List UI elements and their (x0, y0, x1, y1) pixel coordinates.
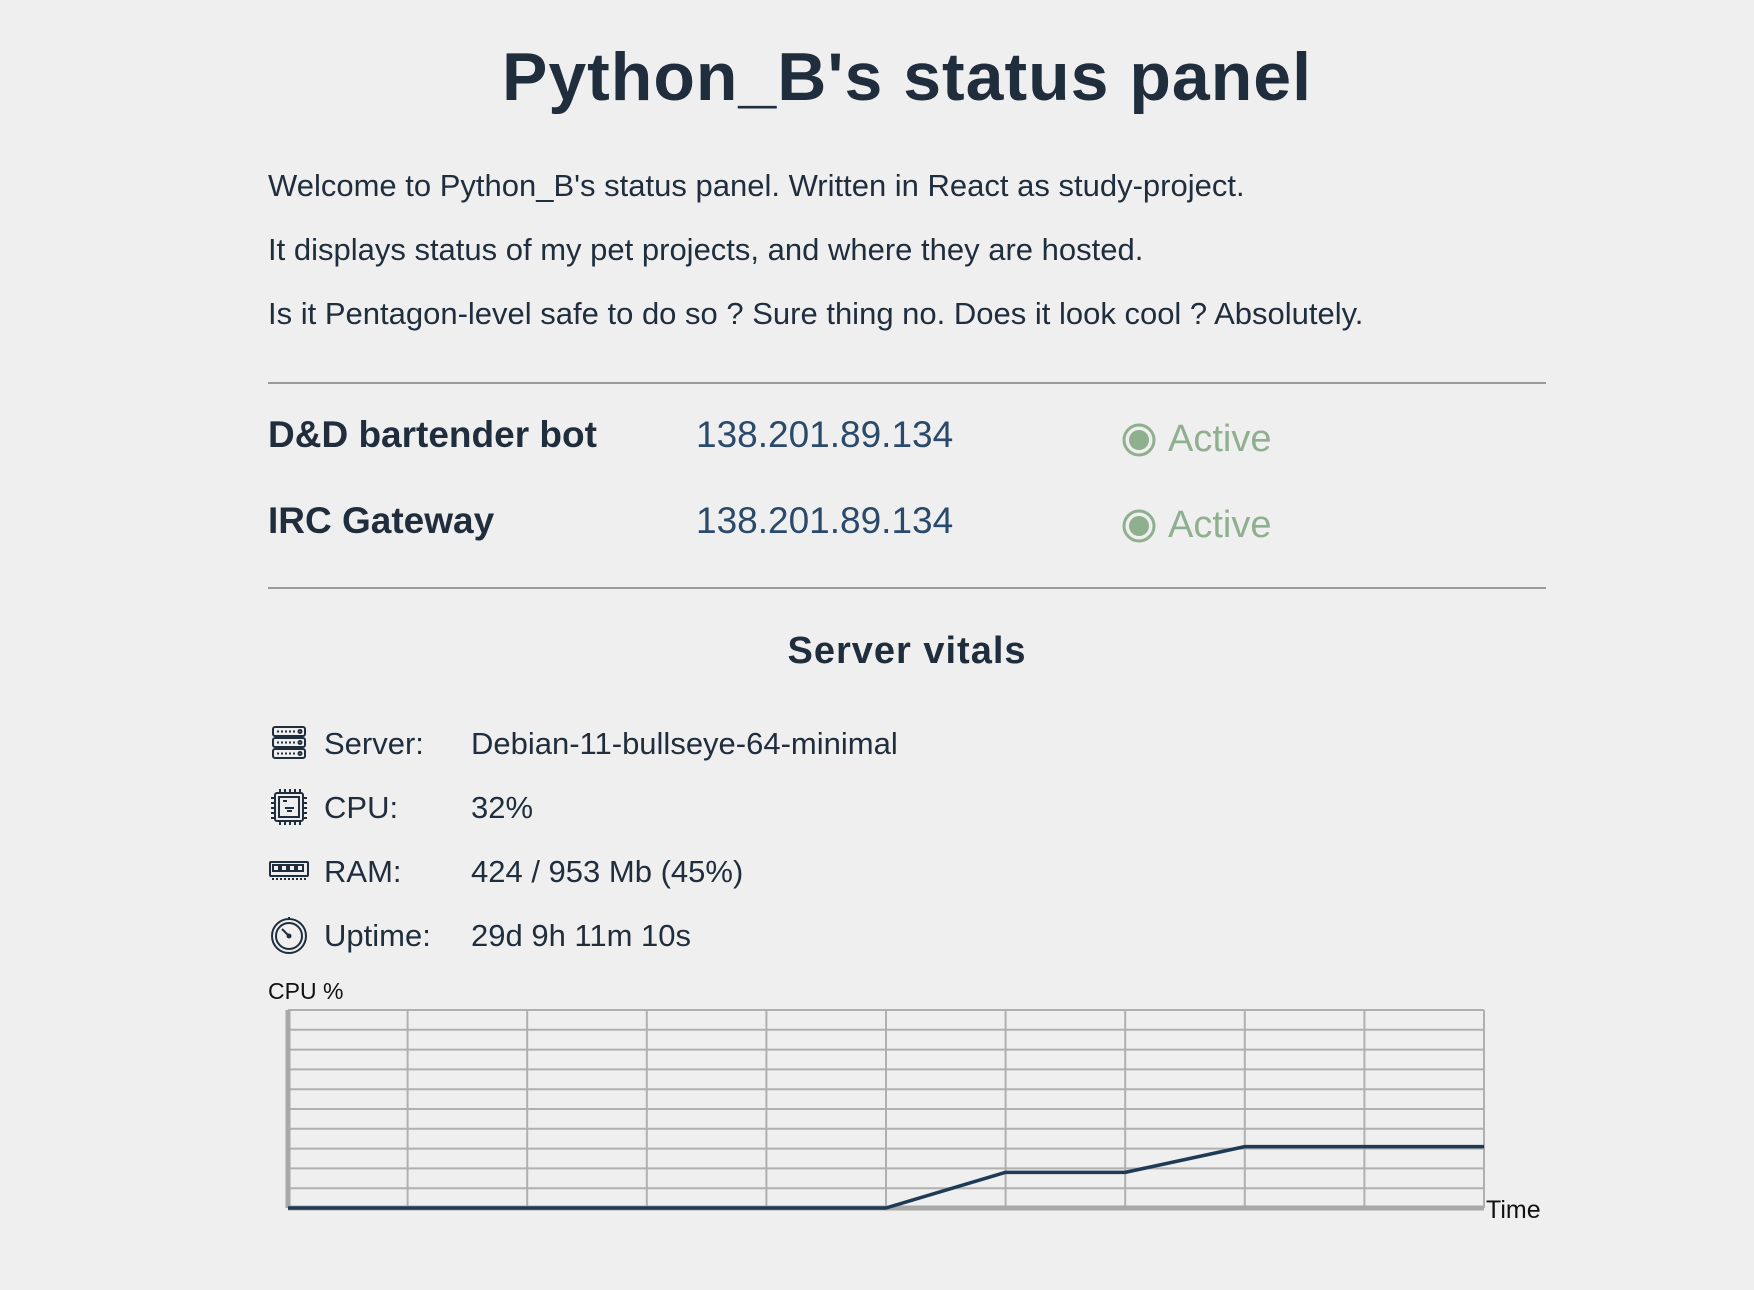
project-ip: 138.201.89.134 (696, 500, 954, 541)
vital-label: CPU: (324, 790, 399, 825)
vital-label: Uptime: (324, 918, 431, 953)
server-icon (272, 726, 306, 759)
intro-paragraph-1: Welcome to Python_B's status panel. Writ… (268, 168, 1245, 203)
vital-cpu: CPU: 32% (268, 784, 1168, 834)
status-dot-icon (1122, 423, 1156, 456)
project-status-label: Active (1168, 418, 1272, 460)
project-row-dnd-bartender-bot: D&D bartender bot 138.201.89.134 Active (268, 414, 1546, 474)
vital-value: Debian-11-bullseye-64-minimal (471, 726, 898, 761)
server-vitals-heading: Server vitals (787, 630, 1027, 672)
vital-uptime: Uptime: 29d 9h 11m 10s (268, 912, 1168, 962)
project-row-irc-gateway: IRC Gateway 138.201.89.134 Active (268, 500, 1546, 560)
project-name: IRC Gateway (268, 500, 495, 541)
project-name: D&D bartender bot (268, 414, 597, 455)
vital-label: RAM: (324, 854, 402, 889)
project-status-label: Active (1168, 504, 1272, 546)
vital-ram: RAM: 424 / 953 Mb (45%) (268, 848, 1168, 898)
ram-icon (269, 861, 309, 880)
intro-paragraph-2: It displays status of my pet projects, a… (268, 232, 1144, 267)
vital-label: Server: (324, 726, 424, 761)
cpu-usage-chart (285, 1009, 1485, 1211)
vital-value: 29d 9h 11m 10s (471, 918, 692, 953)
intro-paragraph-3: Is it Pentagon-level safe to do so ? Sur… (268, 296, 1364, 331)
project-ip: 138.201.89.134 (696, 414, 954, 455)
project-status: Active (1122, 504, 1271, 547)
divider-top (268, 382, 1546, 384)
status-page: Python_B's status panel Welcome to Pytho… (0, 0, 1754, 1290)
stopwatch-icon (271, 917, 307, 954)
vital-value: 32% (471, 790, 534, 825)
vital-value: 424 / 953 Mb (45%) (471, 854, 744, 889)
status-dot-icon (1122, 509, 1156, 542)
cpu-icon (271, 789, 307, 825)
chart-x-axis-label: Time (1486, 1196, 1541, 1224)
chart-y-axis-label: CPU % (268, 978, 344, 1004)
divider-bottom (268, 587, 1546, 589)
vital-server: Server: Debian-11-bullseye-64-minimal (268, 720, 1168, 770)
page-title: Python_B's status panel (501, 39, 1312, 115)
project-status: Active (1122, 418, 1271, 461)
